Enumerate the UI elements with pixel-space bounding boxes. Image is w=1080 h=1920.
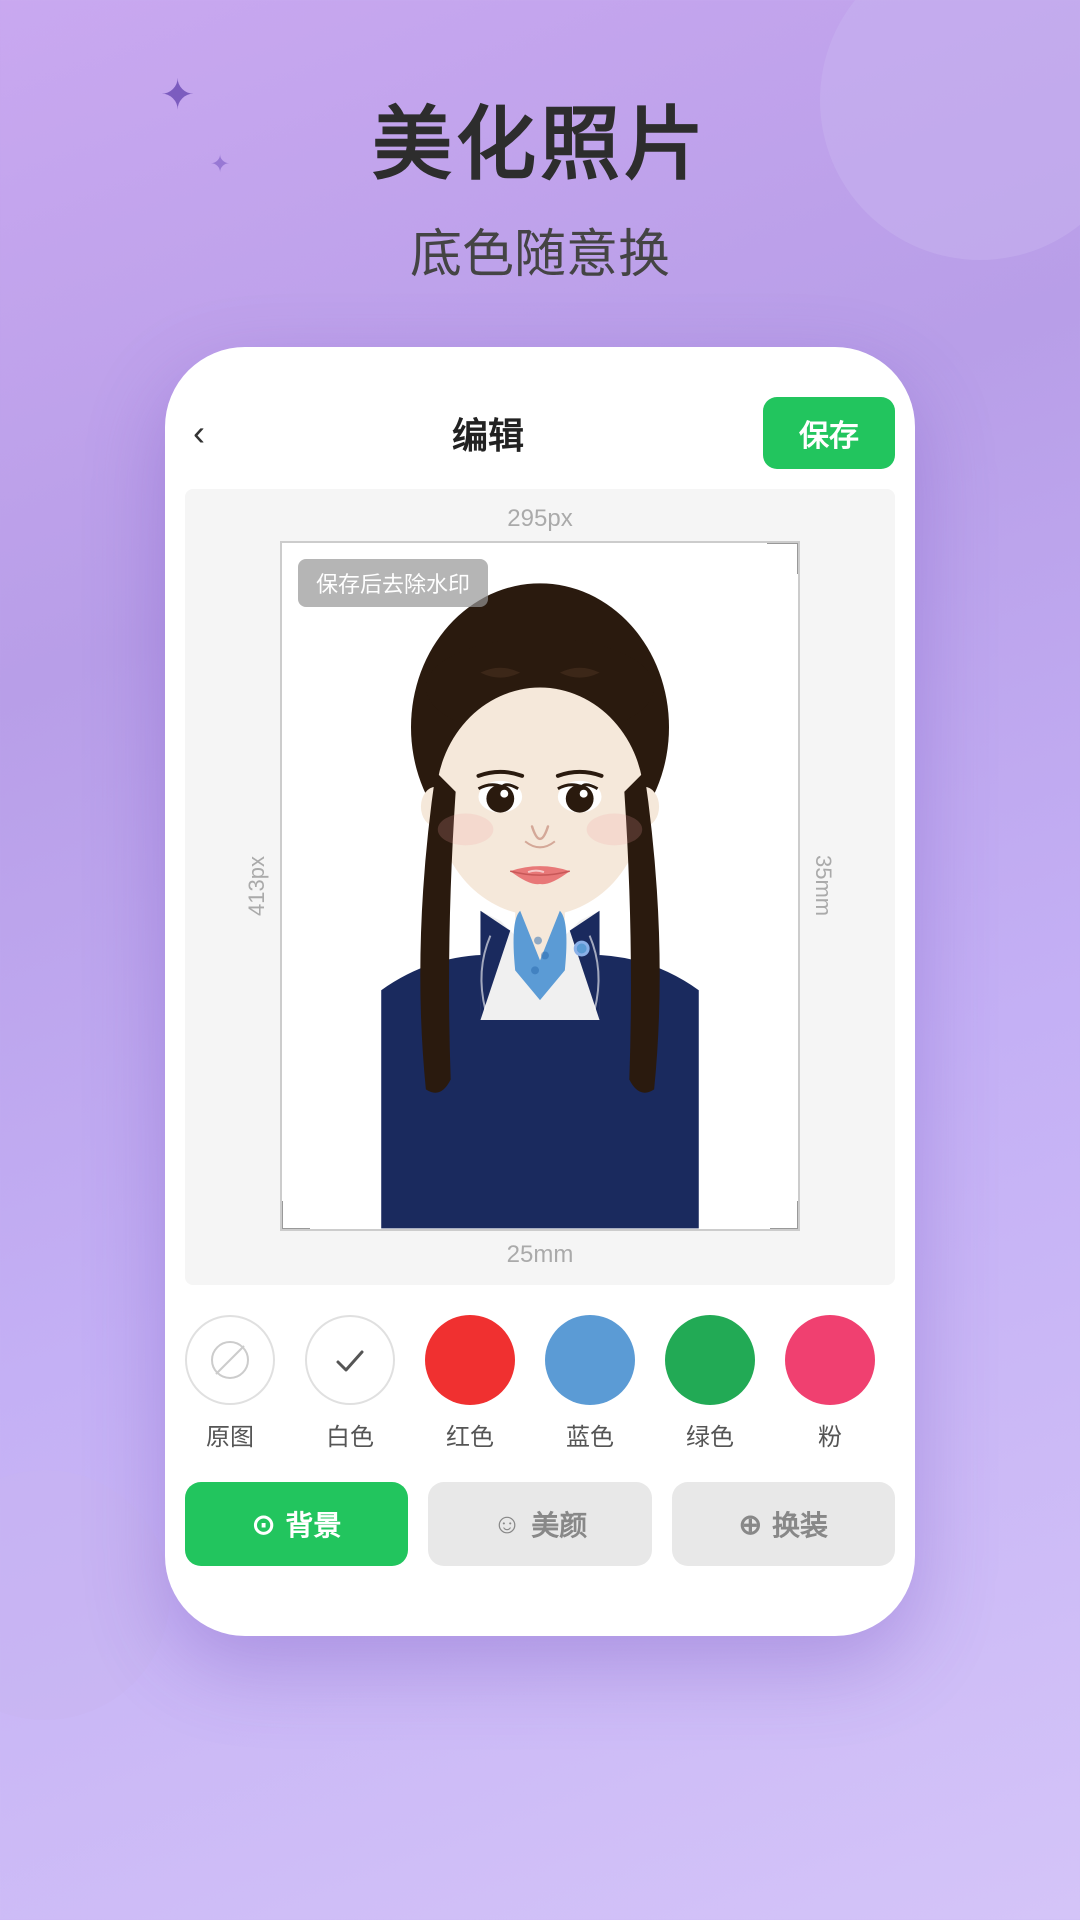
- bottom-tabs: ⊙ 背景 ☺ 美颜 ⊕ 换装: [165, 1462, 915, 1576]
- dimension-bottom: 25mm: [185, 1231, 895, 1285]
- color-option-green[interactable]: 绿色: [665, 1315, 755, 1452]
- color-picker-section: 原图 白色 红色 蓝色 绿色: [165, 1285, 915, 1462]
- dimension-top: 295px: [185, 489, 895, 541]
- color-circle-original: [185, 1315, 275, 1405]
- color-option-blue[interactable]: 蓝色: [545, 1315, 635, 1452]
- color-options: 原图 白色 红色 蓝色 绿色: [185, 1315, 895, 1452]
- color-option-red[interactable]: 红色: [425, 1315, 515, 1452]
- color-option-pink[interactable]: 粉: [785, 1315, 875, 1452]
- color-label-white: 白色: [326, 1417, 374, 1452]
- person-photo: [282, 543, 798, 1229]
- header-section: ✦ ✦ 美化照片 底色随意换: [0, 0, 1080, 287]
- beauty-icon: ☺: [493, 1508, 522, 1540]
- tab-background-label: 背景: [285, 1504, 341, 1544]
- color-label-red: 红色: [446, 1417, 494, 1452]
- tab-background[interactable]: ⊙ 背景: [185, 1482, 408, 1566]
- tab-beauty-label: 美颜: [531, 1504, 587, 1544]
- color-option-white[interactable]: 白色: [305, 1315, 395, 1452]
- color-circle-pink: [785, 1315, 875, 1405]
- color-circle-green: [665, 1315, 755, 1405]
- background-icon: ⊙: [252, 1508, 275, 1541]
- tab-outfit-label: 换装: [772, 1504, 828, 1544]
- tab-beauty[interactable]: ☺ 美颜: [428, 1482, 651, 1566]
- color-circle-blue: [545, 1315, 635, 1405]
- photo-frame: 保存后去除水印: [280, 541, 800, 1231]
- page-title: 编辑: [452, 407, 524, 459]
- color-label-green: 绿色: [686, 1417, 734, 1452]
- photo-frame-wrapper: 413px 保存后去除水印: [185, 541, 895, 1231]
- top-bar: ‹ 编辑 保存: [165, 387, 915, 489]
- outfit-icon: ⊕: [739, 1508, 762, 1541]
- back-button[interactable]: ‹: [185, 404, 213, 462]
- save-button[interactable]: 保存: [763, 397, 895, 469]
- color-circle-white: [305, 1315, 395, 1405]
- sparkle-large-icon: ✦: [160, 70, 195, 119]
- sparkle-small-icon: ✦: [210, 150, 230, 179]
- color-circle-red: [425, 1315, 515, 1405]
- watermark-badge: 保存后去除水印: [298, 559, 488, 607]
- tab-outfit[interactable]: ⊕ 换装: [672, 1482, 895, 1566]
- app-subtitle: 底色随意换: [0, 212, 1080, 287]
- color-label-original: 原图: [206, 1417, 254, 1452]
- color-label-pink: 粉: [818, 1417, 842, 1452]
- dimension-left: 413px: [234, 856, 280, 916]
- corner-br: [770, 1201, 800, 1231]
- color-label-blue: 蓝色: [566, 1417, 614, 1452]
- photo-container: 295px 413px 保存后去除水印: [185, 489, 895, 1285]
- corner-bl: [280, 1201, 310, 1231]
- color-option-original[interactable]: 原图: [185, 1315, 275, 1452]
- bg-decoration-bottom: [0, 1470, 170, 1720]
- dimension-right: 35mm: [800, 855, 846, 916]
- phone-mockup: ‹ 编辑 保存 295px 413px 保存后去除水印: [165, 347, 915, 1636]
